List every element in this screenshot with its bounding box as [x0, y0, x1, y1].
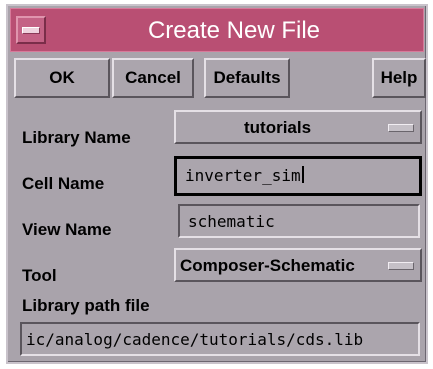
- library-name-value: tutorials: [244, 118, 312, 137]
- cancel-button[interactable]: Cancel: [112, 58, 194, 98]
- tool-value: Composer-Schematic: [180, 256, 355, 275]
- window-title: Create New File: [147, 17, 321, 44]
- view-name-value: schematic: [188, 212, 275, 231]
- library-path-input[interactable]: ic/analog/cadence/tutorials/cds.lib: [20, 322, 420, 356]
- cell-name-label: Cell Name: [22, 174, 105, 193]
- help-button[interactable]: Help: [372, 58, 426, 98]
- text-cursor: [301, 166, 304, 183]
- view-name-input[interactable]: schematic: [178, 204, 420, 238]
- library-name-dropdown[interactable]: tutorials: [174, 110, 422, 144]
- button-toolbar: OK Cancel Defaults Help: [14, 58, 426, 100]
- library-path-label: Library path file: [22, 296, 150, 315]
- dropdown-indicator-icon: [388, 124, 414, 132]
- tool-label: Tool: [22, 266, 57, 285]
- dropdown-indicator-icon: [388, 262, 414, 270]
- cell-name-value: inverter_sim: [185, 166, 301, 185]
- library-name-label: Library Name: [22, 128, 131, 147]
- window-menu-icon[interactable]: [16, 16, 46, 44]
- title-bar[interactable]: Create New File: [10, 8, 424, 52]
- cell-name-input[interactable]: inverter_sim: [174, 156, 422, 196]
- tool-dropdown[interactable]: Composer-Schematic: [174, 248, 422, 282]
- view-name-label: View Name: [22, 220, 112, 239]
- defaults-button[interactable]: Defaults: [204, 58, 290, 98]
- create-new-file-dialog: Create New File OK Cancel Defaults Help …: [6, 4, 428, 364]
- ok-button[interactable]: OK: [14, 58, 110, 98]
- library-path-value: ic/analog/cadence/tutorials/cds.lib: [26, 330, 364, 349]
